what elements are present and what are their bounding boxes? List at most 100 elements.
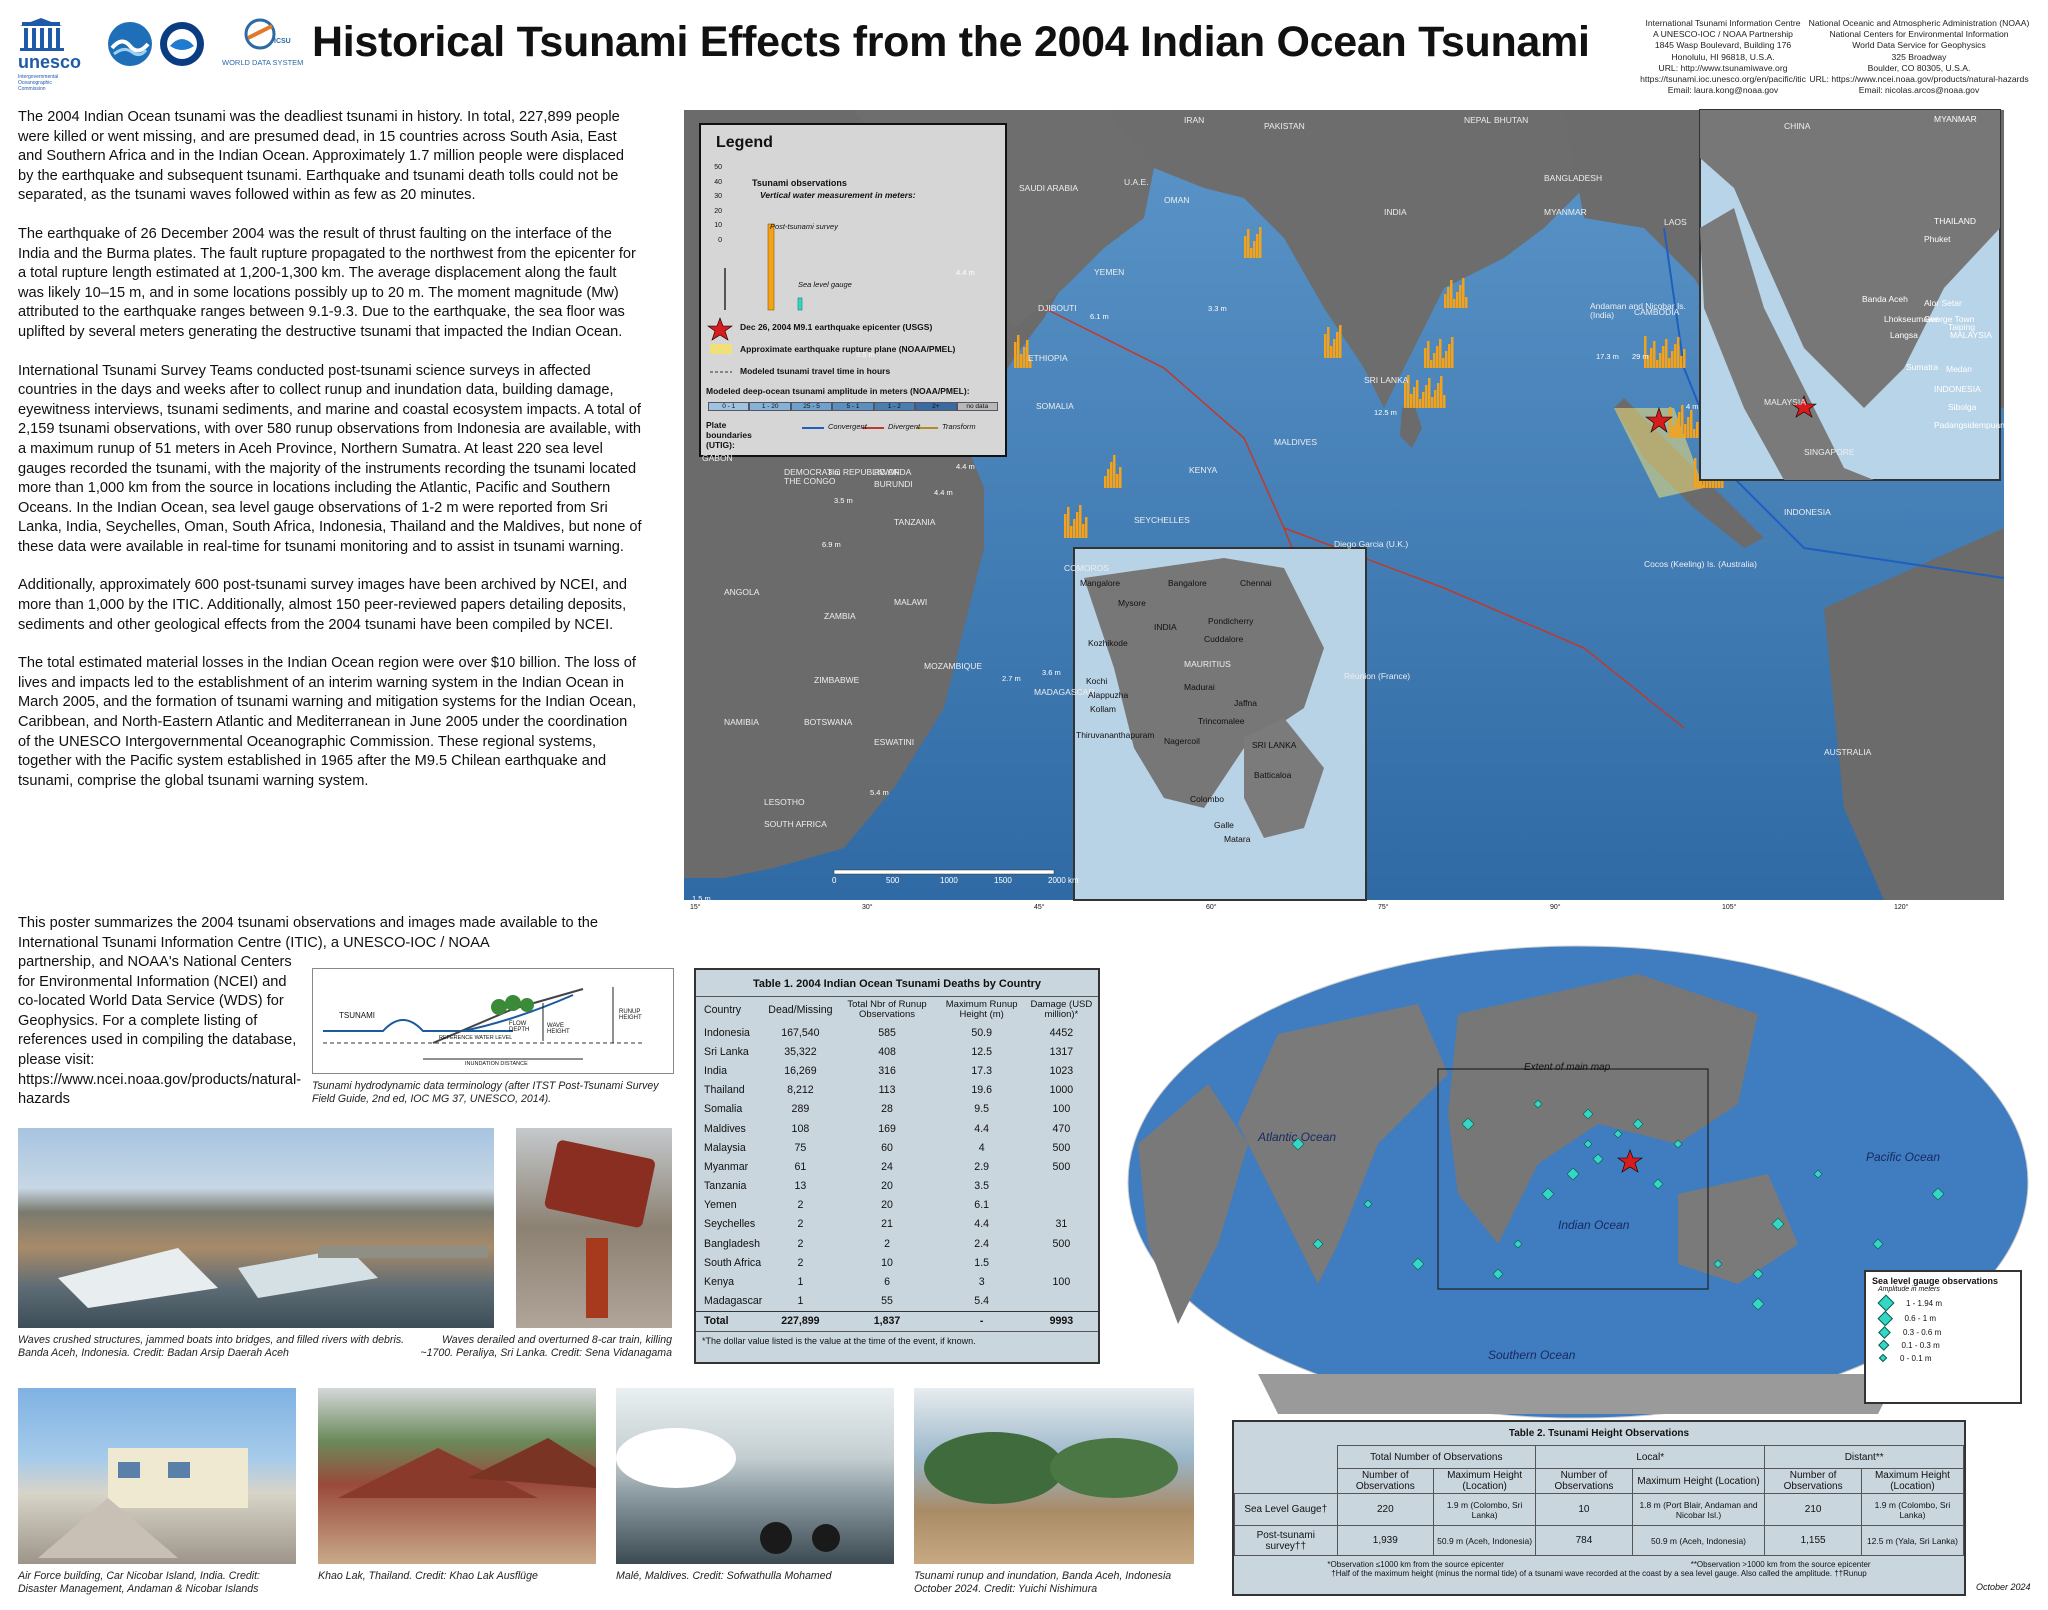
table1-cell: 1000 bbox=[1049, 1084, 1074, 1097]
terminology-diagram: TSUNAMI FLOW DEPTH WAVE HEIGHT RUNUP HEI… bbox=[312, 968, 674, 1074]
table1-cell: 2 bbox=[884, 1237, 890, 1250]
runup-bar bbox=[1456, 292, 1459, 308]
table1-total-row: Total 227,899 1,837 - 9993 bbox=[696, 1311, 1098, 1331]
runup-bar bbox=[1668, 358, 1671, 368]
table1-cell: 4.4 bbox=[974, 1122, 990, 1135]
map-country-label: CHINA bbox=[1784, 121, 1811, 131]
map-country-label: IRAN bbox=[1184, 115, 1205, 125]
table1-row: Madagascar 1 55 5.4 bbox=[696, 1292, 1098, 1312]
height-label: 12.5 m bbox=[1374, 408, 1397, 417]
table2-footnote: †Half of the maximum height (minus the n… bbox=[1331, 1569, 1867, 1578]
contact-line: 325 Broadway bbox=[1891, 51, 1947, 62]
table2-group-header: Total Number of Observations bbox=[1336, 1445, 1537, 1469]
table1-cell: 16,269 bbox=[784, 1064, 817, 1077]
legend-tick-label: 20 bbox=[714, 207, 722, 215]
table1-cell: 1317 bbox=[1049, 1045, 1074, 1058]
table1-cell: 1,837 bbox=[873, 1315, 901, 1328]
table1-cell: 8,212 bbox=[787, 1084, 814, 1097]
table1-cell: 2.4 bbox=[974, 1237, 990, 1250]
contact-line: World Data Service for Geophysics bbox=[1852, 40, 1986, 51]
scale-label: 0 bbox=[832, 876, 837, 885]
height-label: 4 m bbox=[1686, 402, 1699, 411]
runup-bar bbox=[1659, 353, 1662, 368]
photo-male-maldives bbox=[616, 1388, 894, 1564]
runup-bar bbox=[1073, 519, 1076, 538]
table1-cell: 500 bbox=[1052, 1160, 1071, 1173]
legend-tick-label: 40 bbox=[714, 178, 722, 186]
legend-obs-title: Tsunami observations bbox=[752, 178, 847, 188]
contact-line: A UNESCO-IOC / NOAA Partnership bbox=[1653, 29, 1793, 40]
map-country-label: MOZAMBIQUE bbox=[924, 661, 983, 671]
runup-bar bbox=[1444, 294, 1447, 308]
table2-subheader: Maximum Height (Location) bbox=[1631, 1468, 1766, 1494]
table1-cell: 169 bbox=[878, 1122, 896, 1135]
table1-row: South Africa 2 10 1.5 bbox=[696, 1253, 1098, 1272]
runup-bar bbox=[1684, 424, 1687, 438]
inset-india-label: Kollam bbox=[1090, 704, 1116, 714]
table1-cell: 3 bbox=[978, 1276, 985, 1289]
table2-cell: 50.9 m (Aceh, Indonesia) bbox=[1433, 1525, 1537, 1556]
inset-se-label: MYANMAR bbox=[1934, 114, 1977, 124]
table1-cell: 2.9 bbox=[974, 1160, 990, 1173]
contact-line: URL: https://www.ncei.noaa.gov/products/… bbox=[1809, 74, 2029, 85]
table2-subheader: Number of Observations bbox=[1336, 1468, 1435, 1494]
map-country-label: ESWATINI bbox=[874, 737, 915, 747]
runup-bar bbox=[1450, 280, 1453, 308]
indian-ocean-label: Indian Ocean bbox=[1558, 1218, 1630, 1232]
table1-cell: 20 bbox=[881, 1199, 893, 1212]
map-country-label: DJIBOUTI bbox=[1038, 303, 1077, 313]
table2-cell: 1.8 m (Port Blair, Andaman and Nicobar I… bbox=[1631, 1493, 1766, 1526]
runup-bar bbox=[1336, 332, 1339, 358]
table2-cell: 10 bbox=[1535, 1493, 1633, 1526]
table2-row-label: Sea Level Gauge† bbox=[1234, 1493, 1338, 1526]
table1-row: Yemen 2 20 6.1 bbox=[696, 1196, 1098, 1215]
ioc-logo bbox=[106, 20, 154, 73]
map-country-label: MALDIVES bbox=[1274, 437, 1317, 447]
inset-india-label: Mangalore bbox=[1080, 578, 1121, 588]
table1-cell: 500 bbox=[1052, 1141, 1071, 1154]
table1-cell: 316 bbox=[878, 1064, 896, 1077]
runup-bar bbox=[1675, 419, 1678, 438]
height-label: 17.3 m bbox=[1596, 352, 1619, 361]
table1-cell: 500 bbox=[1052, 1237, 1071, 1250]
runup-bar bbox=[1690, 410, 1693, 438]
contact-line: National Centers for Environmental Infor… bbox=[1829, 29, 2009, 40]
table1-cell: 10 bbox=[881, 1256, 893, 1269]
world-legend-row: 0.3 - 0.6 m bbox=[1878, 1325, 2020, 1339]
photo-male-caption: Malé, Maldives. Credit: Sofwathulla Moha… bbox=[616, 1570, 832, 1582]
unesco-logo: unesco Intergovernmental Oceanographic C… bbox=[16, 18, 96, 92]
runup-bar bbox=[1430, 360, 1433, 368]
runup-bar bbox=[1110, 462, 1113, 488]
map-country-label: SEYCHELLES bbox=[1134, 515, 1190, 525]
intro-text: The 2004 Indian Ocean tsunami was the de… bbox=[18, 108, 643, 810]
world-sea-level-gauge-map: Extent of main map Atlantic Ocean Pacifi… bbox=[1118, 944, 2038, 1424]
table1-cell: 5.4 bbox=[974, 1295, 990, 1308]
noaa-logo bbox=[158, 20, 206, 73]
table1-cell: 2 bbox=[797, 1237, 804, 1250]
table1-cell: 60 bbox=[881, 1141, 893, 1154]
table1-row: Bangladesh 2 2 2.4 500 bbox=[696, 1234, 1098, 1253]
table2-cell: 1,939 bbox=[1336, 1525, 1435, 1556]
map-country-label: Cocos (Keeling) Is. (Australia) bbox=[1644, 559, 1757, 569]
map-country-label: MALAYSIA bbox=[1764, 397, 1806, 407]
runup-bar bbox=[1107, 469, 1110, 488]
table1-header: Country bbox=[704, 1004, 742, 1016]
contact-line: URL: http://www.tsunamiwave.org bbox=[1658, 62, 1788, 73]
table2-cell: 12.5 m (Yala, Sri Lanka) bbox=[1860, 1525, 1965, 1556]
longitude-tick: 105° bbox=[1722, 904, 1737, 911]
map-country-label: MALAWI bbox=[894, 597, 928, 607]
world-legend-row: 0 - 0.1 m bbox=[1878, 1354, 2020, 1363]
table1-row: Kenya 1 6 3 100 bbox=[696, 1272, 1098, 1291]
diagram-tsunami-label: TSUNAMI bbox=[339, 1011, 375, 1020]
table1-cell: Yemen bbox=[704, 1199, 737, 1212]
gauge-diamond-icon bbox=[1877, 1310, 1893, 1326]
world-legend-label: 0.3 - 0.6 m bbox=[1903, 1327, 1942, 1337]
table1-cell: 6 bbox=[884, 1276, 890, 1289]
table2-cell: 784 bbox=[1535, 1525, 1633, 1556]
table1-cell: 1 bbox=[797, 1276, 804, 1289]
runup-bar bbox=[1064, 514, 1067, 538]
table1-row: Sri Lanka 35,322 408 12.5 1317 bbox=[696, 1042, 1098, 1061]
world-legend-label: 1 - 1.94 m bbox=[1906, 1298, 1943, 1308]
height-label: 4.4 m bbox=[956, 268, 975, 277]
table1-row: Thailand 8,212 113 19.6 1000 bbox=[696, 1081, 1098, 1100]
